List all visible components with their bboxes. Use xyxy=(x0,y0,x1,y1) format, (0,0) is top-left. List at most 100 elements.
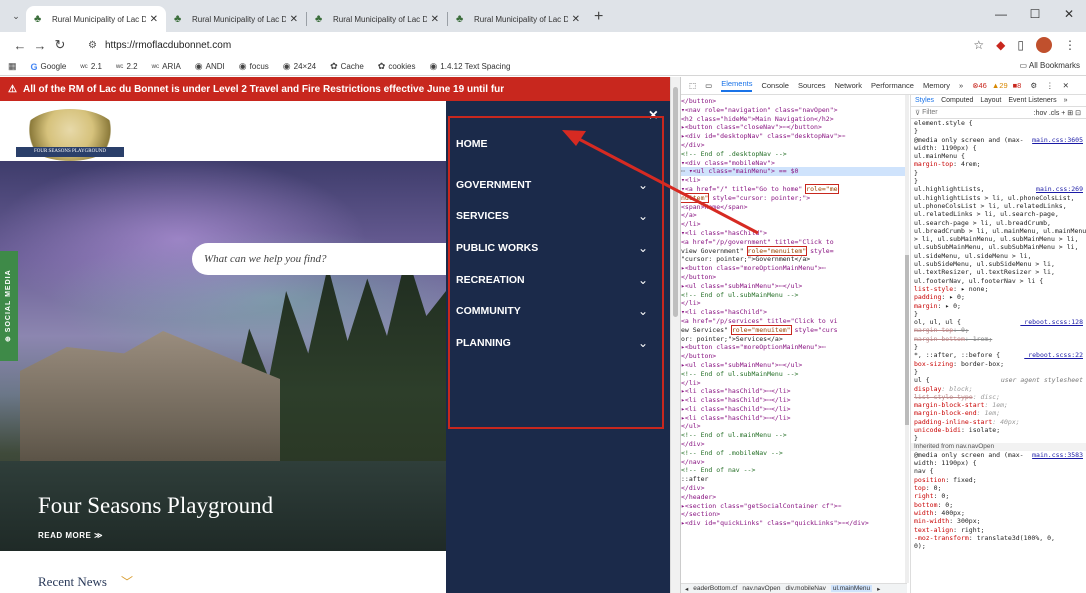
style-rule-line[interactable]: margin-bottom: 1rem; xyxy=(911,335,1086,343)
dom-node-line[interactable]: ▸<button class="moreOptionMainMenu">⋯ xyxy=(681,343,907,352)
styles-filter[interactable]: ⊽ Filter :hov .cls + ⊞ ⊡ xyxy=(911,107,1086,119)
style-rule-line[interactable]: } xyxy=(911,127,1086,135)
more-tabs[interactable]: » xyxy=(1064,97,1068,104)
nav-item-home[interactable]: HOME xyxy=(450,128,656,160)
dom-node-line[interactable]: <!-- End of ul.subMainMenu --> xyxy=(681,370,907,379)
forward-icon[interactable]: → xyxy=(30,38,50,53)
dom-node-line[interactable]: </li> xyxy=(681,379,907,388)
style-source-link[interactable]: _reboot.scss:22 xyxy=(1024,351,1083,359)
dom-node-line[interactable]: or: pointer;">Services</a> xyxy=(681,335,907,344)
styles-rules[interactable]: element.style {} @media only screen and (… xyxy=(911,119,1086,550)
style-rule-line[interactable]: width: 1190px) { xyxy=(911,144,1086,152)
breadcrumb-left-icon[interactable]: ◂ xyxy=(685,585,688,593)
browser-tab-1[interactable]: ♣ Rural Municipality of Lac Du Bo ✕ xyxy=(26,6,166,32)
browser-tab-4[interactable]: ♣ Rural Municipality of Lac Du Bo ✕ xyxy=(448,6,588,32)
style-rule-line[interactable]: ul.footerNav, ul.footerNav > li { xyxy=(911,277,1086,285)
style-rule-line[interactable]: } xyxy=(911,310,1086,318)
bookmark-2-1[interactable]: ʷᶜ 2.1 xyxy=(80,62,102,72)
dom-node-line[interactable]: ▾<nav role="navigation" class="navOpen"> xyxy=(681,106,907,115)
dom-node-line[interactable]: ▸<ul class="subMainMenu">⋯</ul> xyxy=(681,282,907,291)
chevron-down-icon[interactable]: ⌄ xyxy=(638,304,648,318)
reload-icon[interactable]: ↻ xyxy=(50,37,70,53)
scrollbar-thumb[interactable] xyxy=(905,255,909,425)
bookmark-cache[interactable]: ✿ Cache xyxy=(330,61,364,72)
close-devtools-icon[interactable]: ✕ xyxy=(1063,81,1069,90)
nav-item-community[interactable]: COMMUNITY ⌄ xyxy=(450,295,656,327)
menu-kebab-icon[interactable]: ⋮ xyxy=(1064,38,1076,52)
style-rule-line[interactable]: margin-top: 4rem; xyxy=(911,160,1086,168)
tab-console[interactable]: Console xyxy=(761,81,789,90)
style-rule-line[interactable]: @media only screen and (max-main.css:358… xyxy=(911,451,1086,459)
style-rule-line[interactable]: ul.sideMenu, ul.sideMenu > li, xyxy=(911,252,1086,260)
style-rule-line[interactable]: margin-block-end: 1em; xyxy=(911,409,1086,417)
style-source-link[interactable]: _reboot.scss:128 xyxy=(1020,318,1083,326)
style-rule-line[interactable]: } xyxy=(911,343,1086,351)
dom-node-line[interactable]: ew Services" role="menuitem" style="curs xyxy=(681,324,907,335)
style-rule-line[interactable]: ul.textResizer, ul.textResizer > li, xyxy=(911,268,1086,276)
more-tabs[interactable]: » xyxy=(959,81,963,90)
style-rule-line[interactable]: top: 0; xyxy=(911,484,1086,492)
dom-node-line[interactable]: </div> xyxy=(681,484,907,493)
style-source-link[interactable]: main.css:3605 xyxy=(1032,136,1083,144)
device-toolbar-icon[interactable]: ▭ xyxy=(705,81,712,90)
tab-performance[interactable]: Performance xyxy=(871,81,914,90)
dom-node-line[interactable]: </li> xyxy=(681,220,907,229)
style-rule-line[interactable]: ul.relatedLinks > li, ul.search-page, xyxy=(911,210,1086,218)
tab-close-icon[interactable]: ✕ xyxy=(572,14,580,25)
style-rule-line[interactable]: @media only screen and (max-main.css:360… xyxy=(911,136,1086,144)
recent-news-heading[interactable]: Recent News ﹀ xyxy=(38,573,133,590)
style-rule-line[interactable]: list-style: ▸ none; xyxy=(911,285,1086,293)
social-media-tab[interactable]: ⊕ SOCIAL MEDIA xyxy=(0,251,18,361)
tab-event-listeners[interactable]: Event Listeners xyxy=(1008,97,1056,104)
chevron-down-icon[interactable]: ⌄ xyxy=(638,178,648,192)
dom-node-line[interactable]: ▾<li> xyxy=(681,176,907,185)
site-search-input[interactable]: What can we help you find? xyxy=(192,243,446,275)
filter-actions[interactable]: :hov .cls + ⊞ ⊡ xyxy=(1034,109,1081,117)
read-more-link[interactable]: READ MORE ≫ xyxy=(38,531,103,540)
tab-memory[interactable]: Memory xyxy=(923,81,950,90)
dom-node-line[interactable]: ::after xyxy=(681,475,907,484)
alert-banner[interactable]: ⚠ All of the RM of Lac du Bonnet is unde… xyxy=(0,77,670,101)
dom-node-line[interactable]: ▸<li class="hasChild">⋯</li> xyxy=(681,405,907,414)
dom-node-line[interactable]: <!-- End of ul.subMainMenu --> xyxy=(681,291,907,300)
style-rule-line[interactable]: } xyxy=(911,177,1086,185)
style-rule-line[interactable]: } xyxy=(911,169,1086,177)
dom-node-line[interactable]: </li> xyxy=(681,299,907,308)
minimize-icon[interactable]: — xyxy=(984,7,1018,21)
dom-node-line[interactable]: </div> xyxy=(681,440,907,449)
nav-item-public-works[interactable]: PUBLIC WORKS ⌄ xyxy=(450,232,656,264)
style-rule-line[interactable]: Inherited from nav.navOpen xyxy=(911,442,1086,451)
dom-node-line[interactable]: ▾<li class="hasChild"> xyxy=(681,308,907,317)
style-rule-line[interactable]: display: block; xyxy=(911,385,1086,393)
tab-styles[interactable]: Styles xyxy=(915,97,934,104)
dom-node-line[interactable]: ⋯ ▾<ul class="mainMenu"> == $0 xyxy=(681,167,907,177)
url-field[interactable]: ⚙ https://rmoflacdubonnet.com xyxy=(80,34,973,56)
dom-node-line[interactable]: </button> xyxy=(681,97,907,106)
style-rule-line[interactable]: text-align: right; xyxy=(911,526,1086,534)
inspect-element-icon[interactable]: ⬚ xyxy=(689,81,696,90)
dom-node-line[interactable]: </div> xyxy=(681,141,907,150)
nav-item-recreation[interactable]: RECREATION ⌄ xyxy=(450,264,656,296)
dom-node-line[interactable]: ▸<div id="desktopNav" class="desktopNav"… xyxy=(681,132,907,141)
extension-icon[interactable]: ◆ xyxy=(996,38,1005,52)
bookmark-cookies[interactable]: ✿ cookies xyxy=(378,61,416,72)
scrollbar-thumb[interactable] xyxy=(673,87,678,317)
node-actions-icon[interactable]: ⋯ xyxy=(681,167,689,175)
chevron-down-icon[interactable]: ⌄ xyxy=(638,273,648,287)
style-rule-line[interactable]: > li, ul.subMainMenu, ul.subMainMenu > l… xyxy=(911,235,1086,243)
nav-item-services[interactable]: SERVICES ⌄ xyxy=(450,200,656,232)
browser-tab-2[interactable]: ♣ Rural Municipality of Lac Du Bo ✕ xyxy=(166,6,306,32)
bookmark-text-spacing[interactable]: ◉ 1.4.12 Text Spacing xyxy=(429,61,510,72)
breadcrumb-item[interactable]: nav.navOpen xyxy=(742,585,780,592)
tab-layout[interactable]: Layout xyxy=(980,97,1001,104)
dom-node-line[interactable]: ▾<div class="mobileNav"> xyxy=(681,159,907,168)
new-tab-button[interactable]: + xyxy=(594,8,603,26)
dom-node-line[interactable]: </section> xyxy=(681,510,907,519)
bookmark-2-2[interactable]: ʷᶜ 2.2 xyxy=(116,62,138,72)
dom-node-line[interactable]: ▸<section class="getSocialContainer cf">… xyxy=(681,502,907,511)
dom-node-line[interactable]: view Government" role="menuitem" style= xyxy=(681,245,907,256)
bookmark-google[interactable]: G Google xyxy=(31,62,67,72)
dom-node-line[interactable]: nuitem" style="cursor: pointer;"> xyxy=(681,192,907,203)
site-info-icon[interactable]: ⚙ xyxy=(88,40,97,51)
browser-tab-3[interactable]: ♣ Rural Municipality of Lac Du Bo ✕ xyxy=(307,6,447,32)
